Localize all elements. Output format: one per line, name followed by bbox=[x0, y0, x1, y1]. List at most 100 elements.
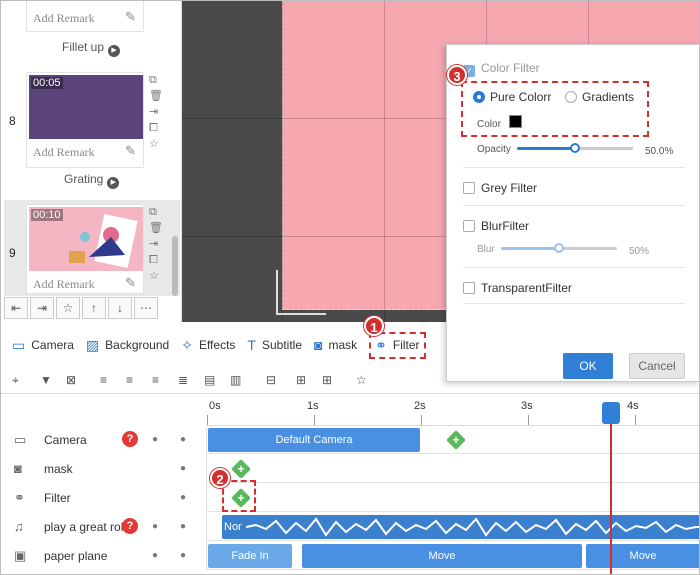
transparent-filter-option[interactable]: TransparentFilter bbox=[463, 281, 572, 295]
effects-icon: ✧ bbox=[181, 336, 193, 353]
export-icon[interactable]: ⇥ bbox=[30, 297, 54, 319]
scene-card-8[interactable]: 00:05 Add Remark ✎ bbox=[26, 72, 144, 168]
scene-thumbnail[interactable]: 00:05 bbox=[29, 75, 143, 139]
tab-filter[interactable]: ⚭ Filter bbox=[369, 331, 426, 359]
more-icon[interactable]: ⋯ bbox=[134, 297, 158, 319]
tab-camera[interactable]: ▭ Camera bbox=[12, 337, 74, 354]
clip-move[interactable]: Move bbox=[302, 544, 582, 568]
copy-icon[interactable]: ⧉ bbox=[149, 72, 163, 88]
playhead-handle[interactable] bbox=[602, 402, 620, 424]
color-filter-option[interactable]: ✓ Color Filter bbox=[463, 61, 540, 77]
align-left-icon[interactable]: ≡ bbox=[100, 373, 107, 387]
blur-filter-checkbox[interactable] bbox=[463, 220, 475, 232]
blur-slider[interactable] bbox=[501, 243, 617, 253]
track-header: ⚭ Filter ● bbox=[0, 484, 207, 512]
scene-card-7[interactable]: Add Remark ✎ bbox=[26, 0, 144, 32]
edit-icon[interactable]: ✎ bbox=[125, 9, 136, 25]
track-mask[interactable]: ◙ mask ● + bbox=[0, 455, 700, 483]
lock-dot[interactable]: ● bbox=[180, 521, 186, 532]
duplicate-icon[interactable]: ⧠ bbox=[149, 120, 163, 136]
animation-label[interactable]: Grating ▶ bbox=[64, 172, 120, 189]
lock-dot[interactable]: ● bbox=[180, 492, 186, 503]
stack-2-icon[interactable]: ⊞ bbox=[322, 373, 332, 387]
edit-icon[interactable]: ✎ bbox=[125, 143, 136, 159]
play-icon[interactable]: ▶ bbox=[107, 177, 120, 189]
arrange-icon[interactable]: ⊟ bbox=[266, 373, 276, 387]
visibility-dot[interactable]: ● bbox=[152, 550, 158, 561]
highlight-box-3 bbox=[461, 81, 649, 137]
align-center-icon[interactable]: ≡ bbox=[126, 373, 133, 387]
duplicate-icon[interactable]: ⧠ bbox=[149, 252, 163, 268]
animation-label[interactable]: Fillet up ▶ bbox=[62, 40, 121, 57]
lock-dot[interactable]: ● bbox=[180, 550, 186, 561]
filter-funnel-icon[interactable]: ▼ bbox=[40, 373, 52, 387]
opacity-slider-knob[interactable] bbox=[570, 143, 580, 153]
space-2-icon[interactable]: ▥ bbox=[230, 373, 241, 387]
add-keyframe-icon[interactable]: + bbox=[446, 430, 466, 450]
move-down-icon[interactable]: ↓ bbox=[108, 297, 132, 319]
clip-audio[interactable]: Nor bbox=[222, 515, 700, 539]
favorite-list-icon[interactable]: ☆ bbox=[356, 373, 367, 387]
import-icon[interactable]: ⇤ bbox=[4, 297, 28, 319]
copy-icon[interactable]: ⧉ bbox=[149, 204, 163, 220]
mask-icon: ◙ bbox=[14, 461, 22, 476]
tab-subtitle[interactable]: T Subtitle bbox=[247, 337, 302, 353]
insert-icon[interactable]: ⇥ bbox=[149, 236, 163, 252]
clip-move-2[interactable]: Move bbox=[586, 544, 700, 568]
ruler-label: 0s bbox=[209, 400, 221, 412]
track-camera[interactable]: ▭ Camera ? ● ● Default Camera + bbox=[0, 426, 700, 454]
clip-fade-in[interactable]: Fade In bbox=[208, 544, 292, 568]
add-mask-icon[interactable]: + bbox=[231, 459, 251, 479]
scrollbar[interactable] bbox=[172, 236, 178, 296]
element-tabs: ▭ Camera ▨ Background ✧ Effects T Subtitle ◙… bbox=[0, 330, 700, 360]
opacity-slider[interactable] bbox=[517, 143, 633, 153]
lock-dot[interactable]: ● bbox=[180, 434, 186, 445]
align-right-icon[interactable]: ≡ bbox=[152, 373, 159, 387]
visibility-dot[interactable]: ● bbox=[152, 434, 158, 445]
step-badge-3: 3 bbox=[447, 65, 467, 85]
remark-field[interactable]: Add Remark bbox=[33, 277, 95, 292]
track-audio[interactable]: ♫ play a great rol ? ● ● Nor bbox=[0, 513, 700, 541]
clear-icon[interactable]: ⊠ bbox=[66, 373, 76, 387]
play-icon[interactable]: ▶ bbox=[108, 45, 121, 57]
star-icon[interactable]: ☆ bbox=[56, 297, 80, 319]
help-icon[interactable]: ? bbox=[122, 431, 138, 447]
tab-effects[interactable]: ✧ Effects bbox=[181, 337, 235, 354]
move-up-icon[interactable]: ↑ bbox=[82, 297, 106, 319]
clip-default-camera[interactable]: Default Camera bbox=[208, 428, 420, 452]
scene-actions: ⧉ 🗑 ⇥ ⧠ ☆ bbox=[149, 72, 163, 152]
star-icon[interactable]: ☆ bbox=[149, 268, 163, 284]
remark-field[interactable]: Add Remark bbox=[33, 11, 95, 26]
grey-filter-option[interactable]: Grey Filter bbox=[463, 181, 537, 195]
opacity-value: 50.0% bbox=[645, 146, 674, 157]
edit-icon[interactable]: ✎ bbox=[125, 275, 136, 291]
playhead-line[interactable] bbox=[610, 402, 612, 575]
track-header: ♫ play a great rol ? ● ● bbox=[0, 513, 207, 541]
delete-icon[interactable]: 🗑 bbox=[149, 88, 163, 104]
tab-background[interactable]: ▨ Background bbox=[86, 337, 169, 354]
blur-filter-option[interactable]: BlurFilter bbox=[463, 219, 529, 233]
timeline-ruler[interactable]: 0s 1s 2s 3s 4s bbox=[207, 396, 700, 426]
tab-mask[interactable]: ◙ mask bbox=[314, 337, 357, 353]
scene-thumbnail[interactable]: 00:10 bbox=[29, 207, 143, 271]
insert-icon[interactable]: ⇥ bbox=[149, 104, 163, 120]
distribute-icon[interactable]: ≣ bbox=[178, 373, 188, 387]
remark-field[interactable]: Add Remark bbox=[33, 145, 95, 160]
keyframe-icon[interactable]: ⌖ bbox=[12, 373, 19, 388]
help-icon[interactable]: ? bbox=[122, 518, 138, 534]
visibility-dot[interactable]: ● bbox=[152, 521, 158, 532]
track-header: ◙ mask ● bbox=[0, 455, 207, 483]
track-filter[interactable]: ⚭ Filter ● + bbox=[0, 480, 700, 512]
lock-dot[interactable]: ● bbox=[180, 463, 186, 474]
blur-slider-knob[interactable] bbox=[554, 243, 564, 253]
add-filter-icon[interactable]: + bbox=[231, 488, 251, 508]
delete-icon[interactable]: 🗑 bbox=[149, 220, 163, 236]
stack-icon[interactable]: ⊞ bbox=[296, 373, 306, 387]
grey-filter-checkbox[interactable] bbox=[463, 182, 475, 194]
star-icon[interactable]: ☆ bbox=[149, 136, 163, 152]
space-icon[interactable]: ▤ bbox=[204, 373, 215, 387]
camera-icon: ▭ bbox=[12, 336, 26, 353]
transparent-filter-checkbox[interactable] bbox=[463, 282, 475, 294]
scene-card-9[interactable]: 00:10 Add Remark ✎ bbox=[26, 204, 144, 294]
track-paper-plane[interactable]: ▣ paper plane ● ● Fade In Move Move bbox=[0, 542, 700, 570]
